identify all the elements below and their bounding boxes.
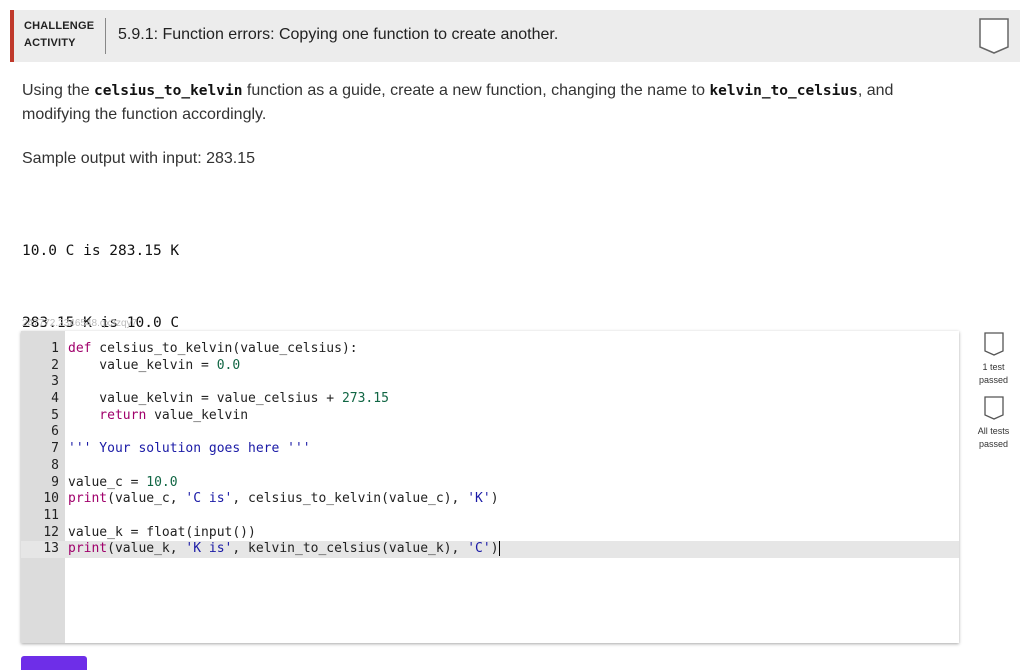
test-results: 1 test passed All tests passed [966, 331, 1021, 459]
line-number: 3 [51, 374, 59, 390]
test-result-label: passed [978, 439, 1009, 449]
instr-part2: function as a guide, create a new functi… [242, 82, 710, 99]
code-token: ''' Your solution goes here ''' [68, 441, 311, 457]
code-line[interactable]: 12 value_k = float(input()) [21, 525, 959, 542]
test-result-all: All tests passed [966, 395, 1021, 451]
line-number: 7 [51, 441, 59, 457]
code-token: , kelvin_to_celsius(value_k), [232, 541, 468, 557]
line-number: 8 [51, 457, 59, 473]
code-editor[interactable]: 1 def celsius_to_kelvin(value_celsius): 2… [21, 331, 959, 643]
header-divider [105, 18, 106, 54]
code-token: ) [490, 491, 499, 507]
code-line[interactable]: 9 value_c = 10.0 [21, 475, 959, 492]
code-token: value_kelvin [146, 407, 249, 423]
text-cursor [498, 541, 500, 557]
test-result-label: passed [978, 375, 1009, 385]
code-token: value_kelvin = [68, 357, 217, 373]
code-line[interactable]: 5 return value_kelvin [21, 408, 959, 425]
code-token: 'K is' [185, 541, 233, 557]
code-token: 0.0 [216, 357, 241, 373]
instructions-text: Using the celsius_to_kelvin function as … [22, 79, 962, 127]
code-token: def [68, 341, 92, 356]
instr-func-celsius-to-kelvin: celsius_to_kelvin [94, 83, 243, 99]
code-token: 'C' [467, 541, 491, 557]
sample-output-line: 10.0 C is 283.15 K [22, 243, 180, 259]
code-line[interactable]: 8 [21, 458, 959, 475]
code-token: celsius_to_kelvin(value_celsius): [91, 341, 358, 356]
line-number: 6 [51, 424, 59, 440]
line-number: 12 [43, 524, 59, 540]
code-line[interactable]: 11 [21, 508, 959, 525]
instr-func-kelvin-to-celsius: kelvin_to_celsius [709, 83, 858, 99]
line-number: 11 [43, 507, 59, 523]
code-line[interactable]: 2 value_kelvin = 0.0 [21, 358, 959, 375]
completion-badge-icon [978, 17, 1010, 55]
line-number: 13 [43, 541, 59, 557]
code-line[interactable]: 7 ''' Your solution goes here ''' [21, 441, 959, 458]
code-line-active[interactable]: 13 print(value_k, 'K is', kelvin_to_celsi… [21, 541, 959, 558]
code-token: 'C is' [185, 491, 233, 507]
code-line[interactable]: 1 def celsius_to_kelvin(value_celsius): [21, 341, 959, 358]
code-token: , celsius_to_kelvin(value_c), [232, 491, 468, 507]
code-token: 10.0 [146, 474, 178, 490]
line-number: 5 [51, 407, 59, 423]
challenge-activity-label: CHALLENGE ACTIVITY [24, 18, 94, 52]
line-number: 4 [51, 391, 59, 407]
activity-title: 5.9.1: Function errors: Copying one func… [118, 26, 559, 43]
shield-outline-icon [983, 396, 1004, 420]
sample-output-label: Sample output with input: 283.15 [22, 150, 256, 167]
label-line-1: CHALLENGE [24, 20, 95, 32]
run-button[interactable] [21, 656, 87, 670]
line-number: 10 [43, 491, 59, 507]
code-token: ) [490, 541, 499, 557]
instr-part1: Using the [22, 82, 95, 99]
code-line[interactable]: 6 [21, 424, 959, 441]
code-lines[interactable]: 1 def celsius_to_kelvin(value_celsius): 2… [21, 341, 959, 558]
code-token: (value_c, [107, 491, 186, 507]
test-result-label: All tests [977, 426, 1010, 436]
code-token: return [68, 407, 147, 423]
line-number: 2 [51, 357, 59, 373]
code-token: 'K' [467, 491, 491, 507]
code-token: print [68, 491, 108, 507]
code-token: value_k = float(input()) [68, 524, 256, 540]
code-line[interactable]: 4 value_kelvin = value_celsius + 273.15 [21, 391, 959, 408]
code-token: 273.15 [341, 391, 389, 407]
line-number: 9 [51, 474, 59, 490]
code-token: value_c = [68, 474, 147, 490]
shield-outline-icon [983, 332, 1004, 356]
line-number: 1 [51, 341, 59, 356]
activity-id: 247772.2346548.qx3zqy7 [22, 318, 138, 329]
code-token: print [68, 541, 108, 557]
code-token: (value_k, [107, 541, 186, 557]
label-line-2: ACTIVITY [24, 37, 76, 49]
code-line[interactable]: 10 print(value_c, 'C is', celsius_to_kelv… [21, 491, 959, 508]
code-token: value_kelvin = value_celsius + [68, 391, 342, 407]
code-line[interactable]: 3 [21, 374, 959, 391]
challenge-header: CHALLENGE ACTIVITY 5.9.1: Function error… [10, 10, 1020, 62]
test-result-1: 1 test passed [966, 331, 1021, 387]
test-result-label: 1 test [982, 362, 1005, 372]
